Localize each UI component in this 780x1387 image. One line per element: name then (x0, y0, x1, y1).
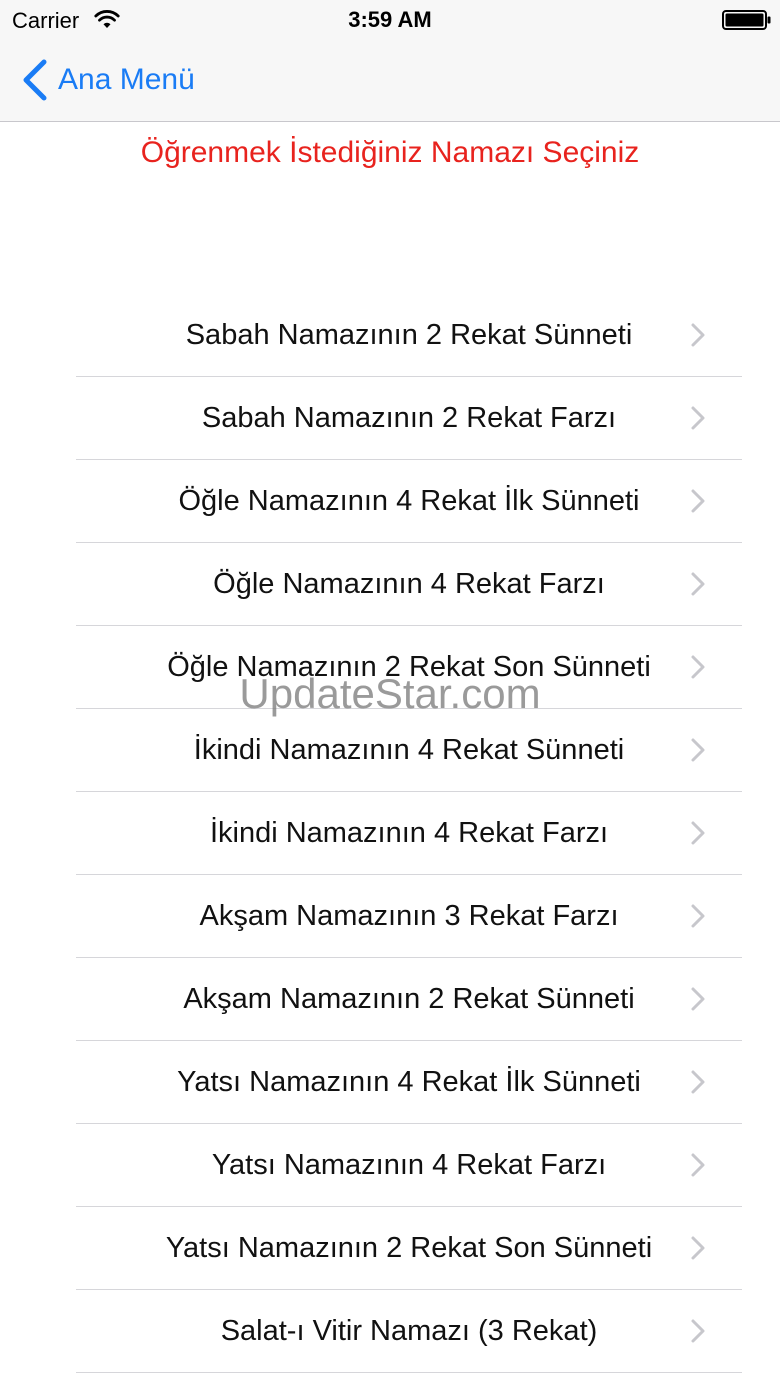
list-item-label: Öğle Namazının 4 Rekat Farzı (213, 568, 605, 600)
list-item[interactable]: İkindi Namazının 4 Rekat Farzı (76, 792, 742, 875)
battery-icon (722, 10, 771, 30)
list-item[interactable]: Yatsı Namazının 4 Rekat Farzı (76, 1124, 742, 1207)
list-item-label: Sabah Namazının 2 Rekat Sünneti (185, 319, 633, 351)
chevron-right-icon (691, 821, 705, 845)
back-button[interactable]: Ana Menü (20, 56, 195, 104)
list-item[interactable]: Öğle Namazının 4 Rekat İlk Sünneti (76, 460, 742, 543)
list-item[interactable]: İkindi Namazının 4 Rekat Sünneti (76, 709, 742, 792)
status-bar: Carrier 3:59 AM (0, 0, 780, 40)
list-item-label: Yatsı Namazının 4 Rekat İlk Sünneti (177, 1066, 641, 1098)
list-item[interactable]: Sabah Namazının 2 Rekat Farzı (76, 377, 742, 460)
chevron-right-icon (691, 1319, 705, 1343)
list-item-label: Sabah Namazının 2 Rekat Farzı (201, 402, 617, 434)
list-item[interactable]: Salat-ı Vitir Namazı (3 Rekat) (76, 1290, 742, 1373)
list-item-label: Salat-ı Vitir Namazı (3 Rekat) (220, 1315, 598, 1347)
list-item-label: Yatsı Namazının 2 Rekat Son Sünneti (165, 1232, 653, 1264)
chevron-right-icon (691, 738, 705, 762)
list-item[interactable]: Yatsı Namazının 4 Rekat İlk Sünneti (76, 1041, 742, 1124)
chevron-right-icon (691, 1153, 705, 1177)
prayer-list: Sabah Namazının 2 Rekat Sünneti Sabah Na… (76, 294, 742, 1373)
list-item-label: Öğle Namazının 2 Rekat Son Sünneti (167, 651, 651, 683)
page-heading: Öğrenmek İstediğiniz Namazı Seçiniz (140, 136, 640, 169)
list-item-label: İkindi Namazının 4 Rekat Sünneti (193, 734, 625, 766)
list-item[interactable]: Akşam Namazının 3 Rekat Farzı (76, 875, 742, 958)
list-item[interactable]: Akşam Namazının 2 Rekat Sünneti (76, 958, 742, 1041)
chevron-right-icon (691, 1070, 705, 1094)
list-item-label: Akşam Namazının 2 Rekat Sünneti (183, 983, 635, 1015)
chevron-right-icon (691, 572, 705, 596)
chevron-right-icon (691, 987, 705, 1011)
chevron-right-icon (691, 655, 705, 679)
list-item[interactable]: Yatsı Namazının 2 Rekat Son Sünneti (76, 1207, 742, 1290)
chevron-right-icon (691, 904, 705, 928)
chevron-right-icon (691, 323, 705, 347)
list-item-label: İkindi Namazının 4 Rekat Farzı (209, 817, 609, 849)
list-item-label: Yatsı Namazının 4 Rekat Farzı (211, 1149, 607, 1181)
chevron-right-icon (691, 1236, 705, 1260)
chevron-right-icon (691, 489, 705, 513)
list-item[interactable]: Öğle Namazının 2 Rekat Son Sünneti (76, 626, 742, 709)
list-item[interactable]: Sabah Namazının 2 Rekat Sünneti (76, 294, 742, 377)
status-time: 3:59 AM (348, 7, 432, 32)
list-item-label: Öğle Namazının 4 Rekat İlk Sünneti (178, 485, 640, 517)
list-item[interactable]: Öğle Namazının 4 Rekat Farzı (76, 543, 742, 626)
back-button-label: Ana Menü (58, 63, 195, 96)
chevron-right-icon (691, 406, 705, 430)
chevron-left-icon (23, 59, 47, 101)
list-item-label: Akşam Namazının 3 Rekat Farzı (199, 900, 619, 932)
navigation-bar: Ana Menü (0, 40, 780, 122)
